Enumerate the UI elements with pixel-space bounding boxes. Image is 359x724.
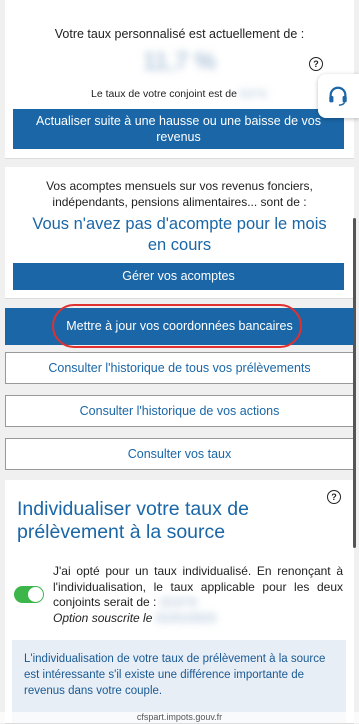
taux-card: Votre taux personnalisé est actuellement… bbox=[5, 0, 354, 159]
url-bar: cfspart.impots.gouv.fr bbox=[0, 712, 359, 723]
headset-icon bbox=[329, 86, 347, 106]
history-actions-button[interactable]: Consulter l'historique de vos actions bbox=[5, 395, 354, 427]
acomptes-description: Vos acomptes mensuels sur vos revenus fo… bbox=[46, 179, 313, 209]
history-withdrawals-button[interactable]: Consulter l'historique de tous vos prélè… bbox=[5, 352, 354, 384]
individualisation-title: Individualiser votre taux de prélèvement… bbox=[17, 498, 249, 543]
taux-label: Votre taux personnalisé est actuellement… bbox=[54, 27, 305, 41]
update-rate-button[interactable]: Actualiser suite à une hausse ou une bai… bbox=[13, 109, 344, 149]
info-box: L'individualisation de votre taux de pré… bbox=[12, 640, 346, 723]
rates-button[interactable]: Consulter vos taux bbox=[5, 438, 354, 470]
help-icon[interactable]: ? bbox=[309, 57, 323, 71]
taux-value: 11,7 % bbox=[143, 48, 216, 75]
acomptes-card: Vos acomptes mensuels sur vos revenus fo… bbox=[5, 167, 354, 299]
help-icon[interactable]: ? bbox=[327, 490, 341, 504]
acomptes-status: Vous n'avez pas d'acompte pour le mois e… bbox=[32, 215, 327, 254]
info-text: L'individualisation de votre taux de pré… bbox=[24, 653, 326, 697]
taux-conjoint-value: 9,9 % bbox=[239, 88, 267, 100]
highlight-annotation bbox=[52, 304, 302, 348]
option-label: Option souscrite le bbox=[53, 610, 153, 625]
support-widget[interactable] bbox=[318, 74, 359, 118]
url-text: cfspart.impots.gouv.fr bbox=[136, 712, 223, 722]
individualisation-toggle[interactable] bbox=[14, 586, 44, 603]
toggle-knob bbox=[28, 587, 43, 602]
individualisation-rate: 10,8 % bbox=[159, 595, 198, 609]
individualisation-text: J'ai opté pour un taux individualisé. En… bbox=[53, 564, 343, 625]
taux-conjoint-label: Le taux de votre conjoint est de 9,9 % bbox=[91, 88, 267, 100]
manage-acomptes-button[interactable]: Gérer vos acomptes bbox=[13, 263, 344, 290]
scrollbar[interactable] bbox=[353, 218, 356, 548]
option-date: 01/01/2023 bbox=[155, 610, 216, 625]
individualisation-card: ? Individualiser votre taux de prélèveme… bbox=[5, 480, 354, 724]
